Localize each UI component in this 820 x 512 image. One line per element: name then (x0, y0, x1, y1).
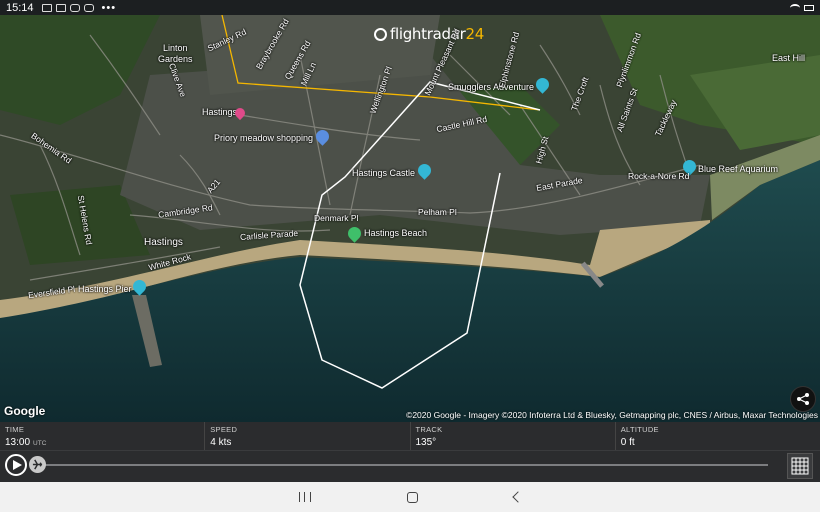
share-icon (797, 393, 809, 405)
label-blue-reef: Blue Reef Aquarium (698, 164, 779, 174)
play-button[interactable] (5, 454, 27, 476)
label-hastings-castle: Hastings Castle (352, 168, 416, 178)
playback-slider-track[interactable] (38, 464, 768, 466)
grid-view-button[interactable] (787, 453, 813, 479)
label-hastings-pier: Hastings Pier (78, 284, 132, 294)
time-value-row: 13:00 UTC (5, 437, 204, 448)
map-copyright: ©2020 Google - Imagery ©2020 Infoterra L… (406, 410, 818, 420)
time-caption: TIME (5, 425, 25, 434)
home-icon[interactable] (406, 491, 418, 503)
status-time: 15:14 (6, 1, 34, 14)
airplane-icon (32, 459, 43, 470)
wifi-icon (790, 3, 800, 12)
label-hastings-small: Hastings (202, 107, 238, 117)
info-speed: SPEED 4 kts (204, 422, 409, 450)
flight-info-panel: TIME 13:00 UTC SPEED 4 kts TRACK 135° ALT… (0, 422, 820, 450)
system-nav-bar (0, 482, 820, 512)
playback-bar (0, 450, 820, 482)
image-icon (41, 3, 52, 12)
label-east-hill: East Hill (772, 53, 806, 63)
speed-value: 4 kts (210, 437, 232, 448)
street-label: Pelham Pl (418, 207, 457, 217)
label-smugglers: Smugglers Adventure (448, 82, 535, 92)
info-track: TRACK 135° (409, 422, 615, 450)
app-root: 15:14 ••• flightradar 24 Linton Gardens … (0, 0, 820, 512)
street-label: Denmark Pl (314, 213, 359, 223)
time-value: 13:00 (5, 437, 31, 448)
info-time: TIME 13:00 UTC (0, 422, 204, 450)
back-icon[interactable] (511, 491, 524, 503)
time-unit: UTC (33, 440, 47, 447)
recent-apps-icon[interactable] (298, 492, 311, 502)
speed-caption: SPEED (210, 425, 238, 434)
info-altitude: ALTITUDE 0 ft (614, 422, 820, 450)
label-hastings-beach: Hastings Beach (364, 228, 428, 238)
google-attribution: Google (4, 404, 46, 418)
track-caption: TRACK (415, 425, 443, 434)
altitude-caption: ALTITUDE (620, 425, 659, 434)
street-label: Rock-a-Nore Rd (628, 171, 690, 181)
map-view[interactable]: flightradar 24 Linton Gardens Hastings Ha… (0, 15, 820, 422)
playback-slider-handle[interactable] (29, 456, 46, 473)
track-value: 135° (415, 437, 437, 448)
photo-icon (55, 3, 66, 12)
battery-icon (804, 4, 814, 11)
altitude-value: 0 ft (620, 437, 635, 448)
game-controller-icon (69, 3, 80, 12)
radar-icon (374, 27, 387, 41)
status-bar: 15:14 ••• (0, 0, 820, 15)
grid-icon (791, 457, 809, 475)
game-controller-icon (83, 3, 94, 12)
share-button[interactable] (790, 386, 816, 412)
more-icon: ••• (101, 1, 117, 14)
label-priory-meadow: Priory meadow shopping (214, 133, 314, 143)
satellite-map[interactable] (0, 15, 820, 422)
label-hastings: Hastings (144, 237, 183, 248)
logo-number: 24 (465, 25, 484, 43)
flightradar-logo: flightradar 24 (374, 25, 484, 43)
